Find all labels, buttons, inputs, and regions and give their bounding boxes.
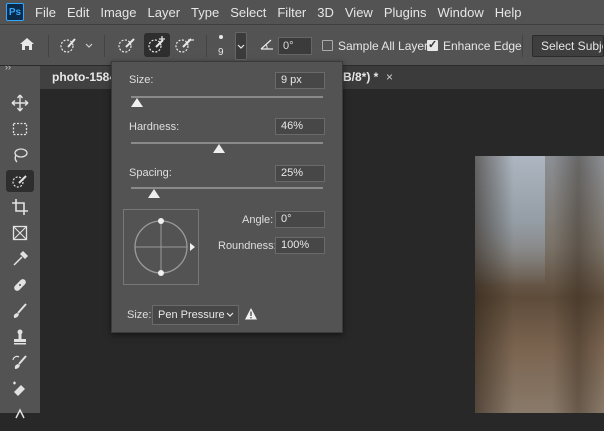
- angle-arrow-handle[interactable]: [190, 243, 195, 251]
- angle-input[interactable]: 0°: [278, 37, 312, 55]
- enhance-edge-label: Enhance Edge: [443, 39, 522, 53]
- roundness-handle-top[interactable]: [158, 218, 164, 224]
- add-to-selection-brush-icon[interactable]: [144, 33, 170, 57]
- sample-all-layers-checkbox[interactable]: [322, 40, 333, 51]
- document-tab-title-suffix: B/8*) *: [343, 70, 379, 84]
- hardness-slider-thumb[interactable]: [213, 144, 226, 153]
- options-bar: 9 0° Sample All Layers Enhance Edge Sele…: [0, 24, 604, 66]
- healing-brush-tool-icon[interactable]: [6, 274, 34, 296]
- menu-view[interactable]: View: [345, 5, 373, 20]
- spacing-slider-thumb[interactable]: [148, 189, 161, 198]
- spacing-input[interactable]: 25%: [275, 165, 325, 182]
- pressure-size-label: Size:: [127, 309, 152, 321]
- crop-tool-icon[interactable]: [6, 196, 34, 218]
- enhance-edge-checkbox[interactable]: [427, 38, 438, 51]
- roundness-input[interactable]: 100%: [275, 237, 325, 254]
- marquee-tool-icon[interactable]: [6, 118, 34, 140]
- history-brush-tool-icon[interactable]: [6, 352, 34, 374]
- menu-help[interactable]: Help: [495, 5, 522, 20]
- angle-label: Angle:: [242, 214, 274, 226]
- eyedropper-tool-icon[interactable]: [6, 248, 34, 270]
- tools-panel: ››: [0, 62, 40, 419]
- menu-image[interactable]: Image: [100, 5, 136, 20]
- tool-preset-picker-icon[interactable]: [58, 36, 94, 57]
- brush-tip-preview: [123, 209, 199, 285]
- size-slider-track[interactable]: [131, 96, 323, 98]
- menu-items: File Edit Image Layer Type Select Filter…: [35, 0, 532, 24]
- gradient-tool-icon[interactable]: [6, 404, 34, 426]
- menu-plugins[interactable]: Plugins: [384, 5, 427, 20]
- subtract-from-selection-brush-icon[interactable]: [174, 36, 196, 57]
- menu-type[interactable]: Type: [191, 5, 219, 20]
- hardness-input[interactable]: 46%: [275, 118, 325, 135]
- quick-selection-tool-icon[interactable]: [6, 170, 34, 192]
- angle-input[interactable]: 0°: [275, 211, 325, 228]
- sample-all-layers-label: Sample All Layers: [338, 39, 435, 53]
- separator: [48, 35, 49, 57]
- pen-pressure-dropdown[interactable]: Pen Pressure: [152, 305, 239, 325]
- hardness-label: Hardness:: [129, 121, 180, 133]
- select-subject-button[interactable]: Select Subject: [532, 35, 604, 57]
- close-tab-icon[interactable]: ×: [386, 66, 393, 89]
- menu-bar: Ps File Edit Image Layer Type Select Fil…: [0, 0, 604, 24]
- frame-tool-icon[interactable]: [6, 222, 34, 244]
- lasso-tool-icon[interactable]: [6, 144, 34, 166]
- separator: [206, 35, 207, 57]
- menu-filter[interactable]: Filter: [277, 5, 306, 20]
- size-label: Size:: [129, 74, 154, 86]
- angle-icon: [258, 37, 276, 54]
- new-selection-brush-icon[interactable]: [116, 36, 138, 57]
- collapse-panel-icon[interactable]: ››: [5, 62, 11, 72]
- home-icon[interactable]: [16, 36, 38, 55]
- photo-shading: [475, 156, 604, 413]
- menu-file[interactable]: File: [35, 5, 56, 20]
- eraser-tool-icon[interactable]: [6, 378, 34, 400]
- menu-select[interactable]: Select: [230, 5, 266, 20]
- separator: [522, 35, 523, 57]
- separator: [104, 35, 105, 57]
- menu-window[interactable]: Window: [437, 5, 483, 20]
- roundness-label: Roundness:: [218, 240, 277, 252]
- menu-3d[interactable]: 3D: [317, 5, 334, 20]
- brush-tool-icon[interactable]: [6, 300, 34, 322]
- menu-edit[interactable]: Edit: [67, 5, 89, 20]
- roundness-handle-bottom[interactable]: [158, 270, 164, 276]
- size-input[interactable]: 9 px: [275, 72, 325, 89]
- brush-size-label: 9: [218, 47, 224, 58]
- brush-settings-panel: Size: 9 px Hardness: 46% Spacing: 25% An…: [111, 61, 343, 333]
- clone-stamp-tool-icon[interactable]: [6, 326, 34, 348]
- hardness-slider-track[interactable]: [131, 142, 323, 144]
- move-tool-icon[interactable]: [6, 92, 34, 114]
- size-slider-thumb[interactable]: [130, 98, 143, 107]
- photoshop-logo-icon[interactable]: Ps: [6, 3, 24, 21]
- pen-pressure-value: Pen Pressure: [158, 309, 225, 321]
- spacing-label: Spacing:: [129, 167, 172, 179]
- brush-picker-dropdown[interactable]: [235, 32, 247, 60]
- brush-tip-preview-icon[interactable]: [219, 35, 223, 39]
- menu-layer[interactable]: Layer: [148, 5, 181, 20]
- photo-image[interactable]: [475, 156, 604, 413]
- warning-icon: [244, 307, 258, 321]
- document-tab-title: photo-1584: [52, 70, 117, 84]
